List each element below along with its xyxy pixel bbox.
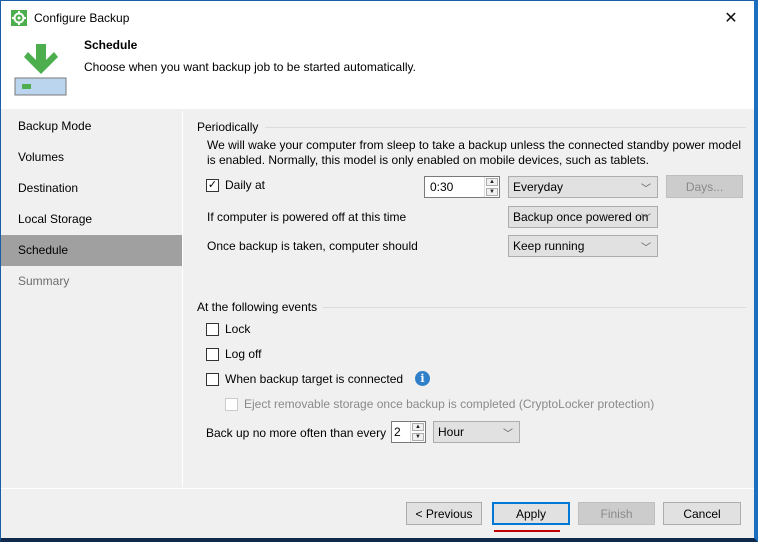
after-backup-label: Once backup is taken, computer should xyxy=(207,239,418,253)
events-divider xyxy=(323,307,746,308)
sidebar-item-schedule[interactable]: Schedule xyxy=(1,235,182,266)
sidebar-item-destination[interactable]: Destination xyxy=(1,173,182,204)
daily-at-checkbox[interactable]: ✓ Daily at xyxy=(206,178,265,192)
eject-storage-label: Eject removable storage once backup is c… xyxy=(244,397,655,411)
lock-label: Lock xyxy=(225,322,251,336)
spin-up-icon[interactable]: ▲ xyxy=(412,423,424,431)
title-bar: Configure Backup ✕ xyxy=(1,1,754,34)
lock-checkbox[interactable]: Lock xyxy=(206,322,250,336)
previous-button[interactable]: < Previous xyxy=(406,502,482,525)
events-group-title: At the following events xyxy=(197,300,318,314)
periodically-divider xyxy=(265,127,746,128)
spin-down-icon[interactable]: ▼ xyxy=(412,433,424,441)
powered-off-label: If computer is powered off at this time xyxy=(207,210,407,224)
periodically-group-title: Periodically xyxy=(197,120,259,134)
checkbox-unchecked-icon xyxy=(206,347,219,361)
close-button[interactable]: ✕ xyxy=(708,1,754,34)
frequency-unit-select[interactable]: Hour ﹀ xyxy=(433,421,520,443)
target-connected-checkbox[interactable]: When backup target is connected xyxy=(206,372,403,386)
eject-storage-checkbox: Eject removable storage once backup is c… xyxy=(225,397,654,411)
frequency-limit-value: 2 xyxy=(394,425,401,439)
sidebar-item-summary: Summary xyxy=(18,274,70,288)
chevron-down-icon: ﹀ xyxy=(503,429,513,440)
powered-off-select[interactable]: Backup once powered on ﹀ xyxy=(508,206,658,228)
checkbox-checked-icon: ✓ xyxy=(206,178,219,192)
page-description: Choose when you want backup job to be st… xyxy=(84,60,416,74)
close-icon: ✕ xyxy=(724,9,738,27)
wizard-header: Schedule Choose when you want backup job… xyxy=(1,34,754,109)
page-title: Schedule xyxy=(84,38,138,52)
chevron-down-icon: ﹀ xyxy=(641,214,651,225)
sidebar-item-volumes[interactable]: Volumes xyxy=(1,142,182,173)
schedule-panel: Periodically We will wake your computer … xyxy=(185,111,746,487)
wake-description: We will wake your computer from sleep to… xyxy=(207,138,742,167)
backup-download-icon xyxy=(14,44,68,100)
daily-at-label: Daily at xyxy=(225,178,266,192)
target-connected-label: When backup target is connected xyxy=(225,372,404,386)
limit-spinner[interactable]: ▲ ▼ xyxy=(410,422,425,442)
chevron-down-icon: ﹀ xyxy=(641,184,651,195)
frequency-select[interactable]: Everyday ﹀ xyxy=(508,176,658,198)
checkbox-disabled-icon xyxy=(225,397,238,411)
apply-annotation-underline xyxy=(494,530,560,532)
frequency-limit-input[interactable]: 2 ▲ ▼ xyxy=(391,421,426,443)
info-icon[interactable]: i xyxy=(415,371,430,386)
logoff-checkbox[interactable]: Log off xyxy=(206,347,261,361)
wizard-steps-sidebar: Backup Mode Volumes Destination Local St… xyxy=(1,111,183,487)
time-spinner[interactable]: ▲ ▼ xyxy=(484,177,499,197)
cancel-button[interactable]: Cancel xyxy=(663,502,741,525)
gear-icon xyxy=(11,9,27,26)
spin-down-icon[interactable]: ▼ xyxy=(486,188,498,196)
window-title: Configure Backup xyxy=(34,10,130,25)
days-button: Days... xyxy=(666,175,743,198)
logoff-label: Log off xyxy=(225,347,262,361)
apply-button[interactable]: Apply xyxy=(492,502,570,525)
chevron-down-icon: ﹀ xyxy=(641,243,651,254)
daily-time-value: 0:30 xyxy=(430,180,454,194)
configure-backup-dialog: Configure Backup ✕ Schedule Choose when … xyxy=(0,0,758,542)
after-backup-select[interactable]: Keep running ﹀ xyxy=(508,235,658,257)
sidebar-item-local-storage[interactable]: Local Storage xyxy=(1,204,182,235)
checkbox-unchecked-icon xyxy=(206,372,219,386)
checkbox-unchecked-icon xyxy=(206,322,219,336)
spin-up-icon[interactable]: ▲ xyxy=(486,178,498,186)
sidebar-item-backup-mode[interactable]: Backup Mode xyxy=(1,111,182,142)
daily-time-input[interactable]: 0:30 ▲ ▼ xyxy=(424,176,500,198)
footer-divider xyxy=(1,488,754,489)
finish-button: Finish xyxy=(578,502,655,525)
frequency-limit-label: Back up no more often than every xyxy=(206,426,387,440)
